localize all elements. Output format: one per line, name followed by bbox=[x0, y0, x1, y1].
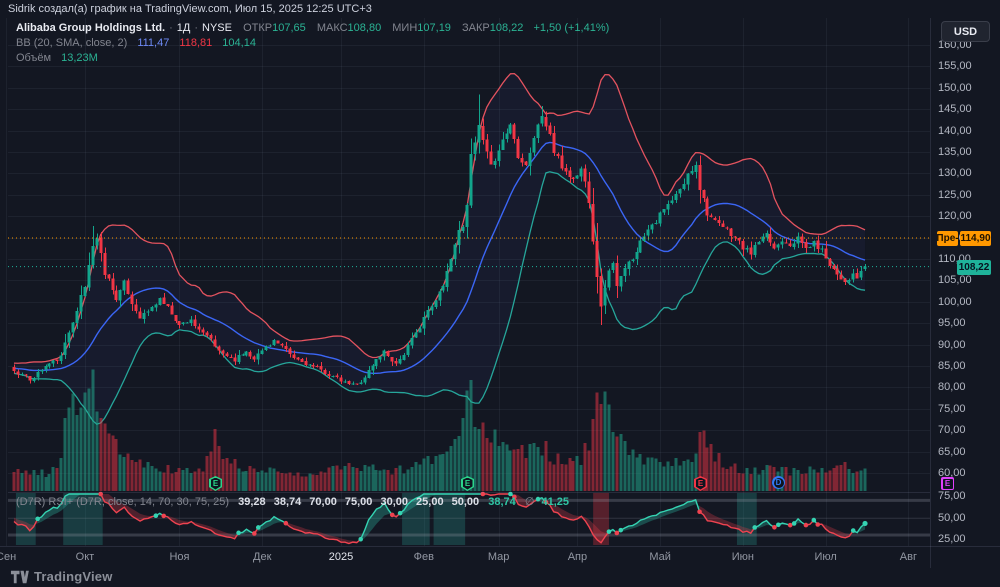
time-tick-label: Июл bbox=[814, 551, 837, 563]
price-tick-label: 135,00 bbox=[938, 146, 972, 158]
price-tick-label: 90,00 bbox=[938, 338, 966, 351]
upcoming-earnings-badge[interactable]: E bbox=[941, 477, 954, 490]
time-tick-label: Ноя bbox=[169, 551, 190, 563]
bb-indicator-label: BB (20, SMA, close, 2) bbox=[16, 37, 128, 49]
bollinger-bands bbox=[13, 72, 866, 425]
price-tick-label: 105,00 bbox=[938, 274, 972, 287]
volume-legend-row[interactable]: Объём 13,23М bbox=[16, 51, 609, 65]
dividend-badge[interactable]: D bbox=[772, 476, 785, 489]
price-tick-label: 75,00 bbox=[938, 402, 966, 415]
rsi-legend-row[interactable]: (D7R) RSI+ (D7R, close, 14, 70, 30, 75, … bbox=[16, 495, 569, 508]
time-tick-label: 2025 bbox=[328, 551, 354, 563]
price-tick-label: 70,00 bbox=[938, 424, 966, 437]
high-value: 108,80 bbox=[347, 22, 382, 34]
open-label: ОТКР bbox=[243, 22, 273, 34]
volume-value: 13,23М bbox=[61, 52, 98, 64]
symbol-legend-row[interactable]: Alibaba Group Holdings Ltd. · 1Д · NYSE ОТКР… bbox=[16, 21, 609, 35]
price-tick-label: 65,00 bbox=[938, 445, 966, 458]
earnings-badge[interactable]: E bbox=[461, 476, 474, 491]
high-label: МАКС bbox=[316, 22, 348, 34]
price-tick-label: 80,00 bbox=[938, 381, 966, 394]
tradingview-chart-snapshot: Sidrik создал(а) график на TradingView.c… bbox=[0, 0, 1000, 587]
tradingview-logo-icon bbox=[10, 570, 29, 583]
time-tick-label: Май bbox=[649, 551, 671, 563]
chart-legend: Alibaba Group Holdings Ltd. · 1Д · NYSE ОТКР… bbox=[16, 21, 609, 66]
rsi-average-symbol: ∅ bbox=[524, 496, 535, 508]
close-value: 108,22 bbox=[489, 22, 524, 34]
currency-toggle-button[interactable]: USD bbox=[941, 21, 990, 42]
price-tick-label: 140,00 bbox=[938, 124, 972, 137]
price-tick-label: 145,00 bbox=[938, 103, 972, 116]
open-value: 107,65 bbox=[272, 22, 306, 34]
time-tick-label: Июн bbox=[731, 551, 755, 563]
low-value: 107,19 bbox=[417, 22, 451, 34]
legend-separator: · bbox=[194, 22, 199, 34]
time-tick-label: Авг bbox=[899, 551, 917, 563]
time-tick-label: Сен bbox=[0, 551, 17, 563]
rsi-values: 39,28 38,74 70,00 75,00 30,00 25,00 50,0… bbox=[238, 496, 480, 508]
premarket-price-flag: 114,90 bbox=[960, 231, 991, 247]
tradingview-wordmark: TradingView bbox=[34, 569, 113, 584]
time-tick-label: Фев bbox=[413, 551, 434, 563]
change-value: +1,50 (+1,41%) bbox=[533, 22, 610, 34]
earnings-badge[interactable]: E bbox=[209, 476, 222, 491]
price-tick-label: 130,00 bbox=[938, 167, 972, 180]
rsi-tick-label: 75,00 bbox=[938, 490, 966, 503]
symbol-name: Alibaba Group Holdings Ltd. bbox=[16, 22, 166, 34]
earnings-badge[interactable]: E bbox=[694, 476, 707, 491]
price-tick-label: 95,00 bbox=[938, 317, 966, 330]
price-tick-label: 125,00 bbox=[938, 188, 972, 201]
rsi-tick-label: 50,00 bbox=[938, 511, 966, 524]
bollinger-legend-row[interactable]: BB (20, SMA, close, 2) 111,47 118,81 104… bbox=[16, 36, 609, 50]
price-tick-label: 120,00 bbox=[938, 210, 972, 223]
price-tick-label: 155,00 bbox=[938, 60, 972, 73]
rsi-ma-value: 38,74 bbox=[488, 496, 516, 508]
rsi-average-value: 41,25 bbox=[541, 496, 570, 508]
time-tick-label: Апр bbox=[567, 551, 588, 563]
tradingview-logo[interactable]: TradingView bbox=[10, 569, 113, 584]
time-tick-label: Окт bbox=[75, 551, 95, 563]
last-price-flag: 108,22 bbox=[957, 259, 991, 275]
price-tick-label: 100,00 bbox=[938, 295, 972, 308]
rsi-tick-label: 25,00 bbox=[938, 533, 966, 546]
bb-basis-value: 111,47 bbox=[137, 37, 170, 49]
price-tick-label: 85,00 bbox=[938, 360, 966, 372]
premarket-axis-flag: Пре- bbox=[936, 231, 959, 247]
rsi-indicator-label: (D7R) RSI+ (D7R, close, 14, 70, 30, 75, … bbox=[16, 496, 230, 508]
low-label: МИН bbox=[392, 22, 418, 34]
volume-label: Объём bbox=[16, 52, 52, 64]
price-tick-label: 150,00 bbox=[938, 81, 972, 94]
time-tick-label: Дек bbox=[253, 551, 272, 563]
close-label: ЗАКР bbox=[462, 22, 490, 34]
bb-lower-value: 104,14 bbox=[222, 37, 256, 49]
legend-separator: · bbox=[169, 22, 173, 34]
interval-label: 1Д bbox=[176, 22, 191, 34]
time-tick-label: Мар bbox=[487, 551, 510, 563]
exchange-label: NYSE bbox=[202, 22, 232, 34]
bb-upper-value: 118,81 bbox=[179, 37, 213, 49]
attribution-text: Sidrik создал(а) график на TradingView.c… bbox=[8, 3, 372, 15]
